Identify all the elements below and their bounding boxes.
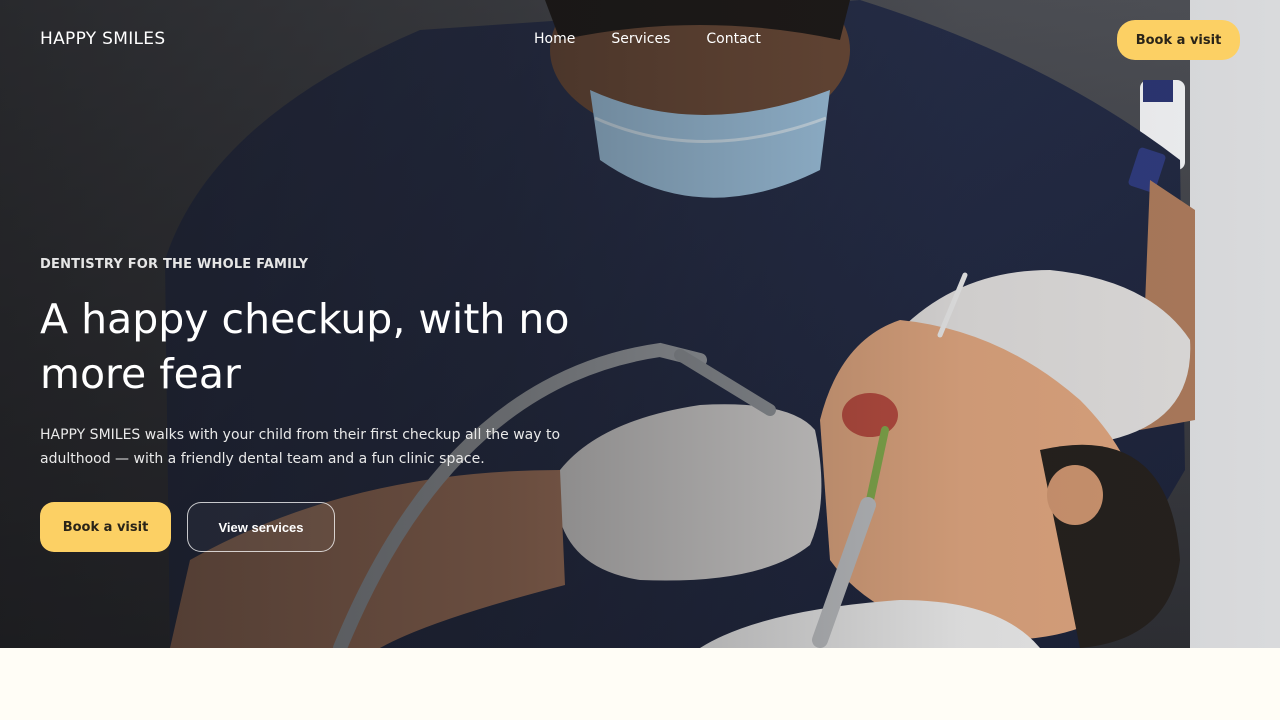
- hero-headline: A happy checkup, with no more fear: [40, 295, 570, 398]
- nav-link-home[interactable]: Home: [534, 31, 575, 47]
- hero-eyebrow: DENTISTRY FOR THE WHOLE FAMILY: [40, 257, 309, 272]
- nav-link-contact[interactable]: Contact: [706, 31, 760, 47]
- hero-section: HAPPY SMILES Home Services Contact Book …: [0, 0, 1280, 648]
- view-services-button[interactable]: View services: [187, 502, 335, 552]
- nav-link-services[interactable]: Services: [611, 31, 670, 47]
- nav-book-visit-button[interactable]: Book a visit: [1117, 20, 1240, 60]
- hero-description: HAPPY SMILES walks with your child from …: [40, 427, 561, 467]
- nav-links: Home Services Contact: [534, 31, 761, 47]
- brand-logo[interactable]: HAPPY SMILES: [40, 29, 165, 49]
- hero-book-visit-button[interactable]: Book a visit: [40, 502, 171, 552]
- top-navigation: HAPPY SMILES Home Services Contact Book …: [0, 0, 1280, 80]
- below-hero-section: [0, 648, 1280, 720]
